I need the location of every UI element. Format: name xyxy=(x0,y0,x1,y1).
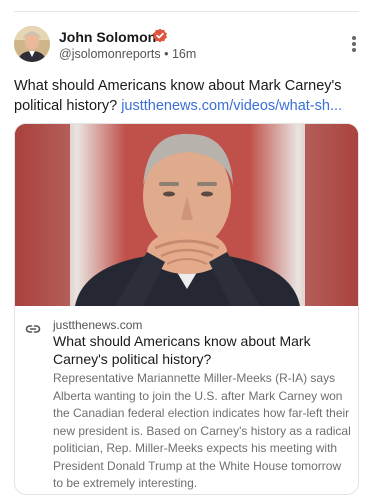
card-body: justthenews.com What should Americans kn… xyxy=(15,306,358,490)
avatar[interactable] xyxy=(14,26,50,62)
post-header: John Solomon @jsolomonreports • 16m xyxy=(14,26,359,66)
card-title[interactable]: What should Americans know about Mark Ca… xyxy=(53,332,343,368)
post-text: What should Americans know about Mark Ca… xyxy=(14,76,354,116)
preview-image[interactable] xyxy=(15,124,358,306)
more-vertical-icon[interactable] xyxy=(351,36,357,54)
author-name[interactable]: John Solomon xyxy=(59,29,156,45)
meta-separator: • xyxy=(164,47,169,61)
post-link[interactable]: justthenews.com/videos/what-sh... xyxy=(121,98,342,114)
card-description: Representative Mariannette Miller-Meeks … xyxy=(53,371,351,490)
author-handle[interactable]: @jsolomonreports xyxy=(59,47,161,61)
link-chain-icon xyxy=(25,321,41,333)
card-domain[interactable]: justthenews.com xyxy=(53,318,142,332)
top-divider xyxy=(14,11,359,12)
post-meta: @jsolomonreports • 16m xyxy=(59,47,196,61)
post-time[interactable]: 16m xyxy=(172,47,196,61)
verified-badge-icon xyxy=(152,28,168,44)
link-preview-card[interactable]: justthenews.com What should Americans kn… xyxy=(14,123,359,495)
